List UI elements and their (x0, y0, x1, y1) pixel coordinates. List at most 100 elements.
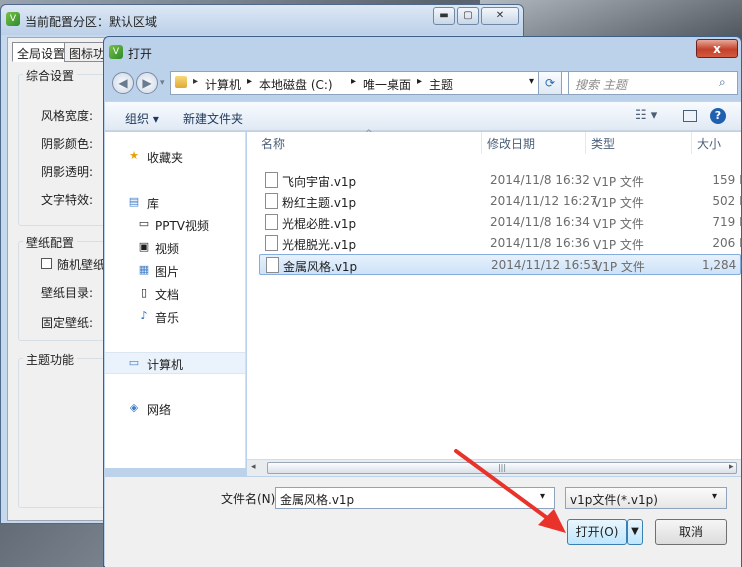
breadcrumb-separator: ▸ (247, 76, 253, 87)
filename-label: 文件名(N): (221, 492, 280, 506)
file-row[interactable]: 光棍必胜.v1p 2014/11/8 16:34 V1P 文件 719 K (259, 212, 742, 233)
column-header-name[interactable]: 名称 (261, 135, 285, 152)
document-icon: ▭ (138, 217, 150, 230)
scroll-left-icon[interactable]: ◂ (251, 462, 256, 472)
file-type: V1P 文件 (594, 260, 645, 274)
preview-pane-icon[interactable] (683, 110, 697, 122)
file-name: 光棍必胜.v1p (282, 217, 357, 231)
file-size: 719 K (712, 215, 742, 229)
folder-icon (175, 76, 187, 88)
field-label: 固定壁纸: (41, 316, 94, 330)
breadcrumb-item[interactable]: 本地磁盘 (C:) (259, 76, 333, 93)
file-icon (265, 193, 278, 209)
file-row[interactable]: 光棍脱光.v1p 2014/11/8 16:36 V1P 文件 206 K (259, 233, 742, 254)
column-header-date[interactable]: 修改日期 (487, 135, 535, 152)
app-icon: V (6, 12, 20, 26)
config-window-title: 当前配置分区：默认区域 (25, 15, 158, 29)
config-window-titlebar: V 当前配置分区：默认区域 ▬ ▢ ✕ (1, 5, 523, 35)
scroll-right-icon[interactable]: ▸ (729, 462, 734, 472)
file-row[interactable]: 粉红主题.v1p 2014/11/12 16:27 V1P 文件 502 K (259, 191, 742, 212)
column-header-row: 名称 ^ 修改日期 类型 大小 (247, 129, 741, 156)
file-name: 金属风格.v1p (283, 260, 358, 274)
breadcrumb-separator: ▸ (193, 76, 199, 87)
search-box[interactable]: 搜索 主题 ⌕ (568, 71, 738, 95)
help-icon[interactable]: ? (710, 108, 726, 124)
file-date: 2014/11/12 16:27 (490, 194, 598, 208)
nav-item-favorites[interactable]: ★ 收藏夹 (105, 146, 245, 168)
maximize-button[interactable]: ▢ (457, 7, 479, 25)
nav-item-pictures[interactable]: ▦ 图片 (105, 260, 245, 282)
nav-item-computer[interactable]: ▭ 计算机 (105, 352, 245, 374)
random-wallpaper-checkbox[interactable] (41, 258, 52, 269)
file-date: 2014/11/12 16:53 (491, 258, 599, 272)
filetype-dropdown-icon[interactable]: ▾ (712, 491, 717, 502)
column-separator[interactable] (585, 132, 586, 154)
general-settings-group: 综合设置 风格宽度: 阴影颜色: 阴影透明: 文字特效: (18, 67, 110, 226)
library-icon: ▤ (128, 195, 140, 208)
file-icon (266, 257, 279, 273)
file-type: V1P 文件 (593, 238, 644, 252)
address-dropdown-icon[interactable]: ▾ (529, 76, 534, 87)
breadcrumb-separator: ▸ (351, 76, 357, 87)
column-header-size[interactable]: 大小 (697, 135, 721, 152)
nav-item-libraries[interactable]: ▤ 库 (105, 192, 245, 214)
view-options-icon[interactable]: ☷ ▾ (635, 108, 657, 123)
nav-item-pptv-video[interactable]: ▭ PPTV视频 (105, 214, 245, 236)
app-icon: V (109, 45, 123, 59)
file-type: V1P 文件 (593, 175, 644, 189)
nav-item-network[interactable]: ◈ 网络 (105, 398, 245, 420)
star-icon: ★ (129, 149, 139, 162)
organize-button[interactable]: 组织 ▾ (125, 110, 159, 127)
group-title: 主题功能 (23, 351, 78, 368)
new-folder-button[interactable]: 新建文件夹 (183, 110, 243, 127)
navigation-pane: ★ 收藏夹 ▤ 库 ▭ PPTV视频 ▣ 视频 ▦ 图片 ▯ 文档 ♪ 音乐 ▭ (105, 132, 246, 468)
field-label: 阴影颜色: (41, 137, 94, 151)
file-date: 2014/11/8 16:34 (490, 215, 590, 229)
column-header-type[interactable]: 类型 (591, 135, 615, 152)
tab-global-settings[interactable]: 全局设置 (12, 42, 71, 62)
nav-item-videos[interactable]: ▣ 视频 (105, 237, 245, 259)
music-icon: ♪ (140, 309, 148, 322)
address-bar[interactable]: ▸ 计算机 ▸ 本地磁盘 (C:) ▸ 唯一桌面 ▸ 主题 ▾ (170, 71, 588, 95)
file-row[interactable]: 飞向宇宙.v1p 2014/11/8 16:32 V1P 文件 159 K (259, 170, 742, 191)
close-button[interactable]: x (696, 39, 738, 58)
search-placeholder: 搜索 主题 (575, 78, 627, 92)
group-title: 综合设置 (23, 67, 78, 84)
column-separator[interactable] (481, 132, 482, 154)
file-name: 飞向宇宙.v1p (282, 175, 357, 189)
file-type: V1P 文件 (593, 217, 644, 231)
recent-pages-chevron-icon[interactable]: ▾ (160, 78, 165, 88)
document-icon: ▯ (140, 286, 148, 299)
file-date: 2014/11/8 16:32 (490, 173, 590, 187)
nav-label: 音乐 (155, 311, 180, 325)
breadcrumb-item[interactable]: 计算机 (205, 76, 241, 93)
breadcrumb-separator: ▸ (417, 76, 423, 87)
minimize-button[interactable]: ▬ (433, 7, 455, 25)
back-button[interactable]: ◀ (112, 72, 134, 94)
nav-label: 网络 (147, 403, 172, 417)
file-size: 206 K (712, 236, 742, 250)
breadcrumb-item[interactable]: 主题 (429, 76, 453, 93)
search-icon[interactable]: ⌕ (719, 75, 726, 90)
file-list: 名称 ^ 修改日期 类型 大小 飞向宇宙.v1p 2014/11/8 16:32… (247, 129, 742, 468)
command-bar: 组织 ▾ 新建文件夹 ☷ ▾ ? (105, 101, 741, 131)
refresh-icon[interactable]: ⟳ (538, 71, 562, 95)
breadcrumb-item[interactable]: 唯一桌面 (363, 76, 411, 93)
group-title: 壁纸配置 (23, 234, 78, 251)
picture-icon: ▦ (138, 263, 150, 276)
file-name: 光棍脱光.v1p (282, 238, 357, 252)
file-icon (265, 214, 278, 230)
nav-label: 视频 (155, 242, 180, 256)
column-separator[interactable] (691, 132, 692, 154)
nav-item-music[interactable]: ♪ 音乐 (105, 306, 245, 328)
file-name: 粉红主题.v1p (282, 196, 357, 210)
forward-button[interactable]: ▶ (136, 72, 158, 94)
video-icon: ▣ (138, 240, 150, 253)
nav-item-documents[interactable]: ▯ 文档 (105, 283, 245, 305)
file-icon (265, 235, 278, 251)
close-button[interactable]: ✕ (481, 7, 519, 25)
cancel-button[interactable]: 取消 (655, 519, 727, 545)
wallpaper-group: 壁纸配置 随机壁纸 壁纸目录: 固定壁纸: (18, 234, 110, 341)
theme-group: 主题功能 (18, 351, 110, 508)
file-row-selected[interactable]: 金属风格.v1p 2014/11/12 16:53 V1P 文件 1,284 K (259, 254, 742, 275)
